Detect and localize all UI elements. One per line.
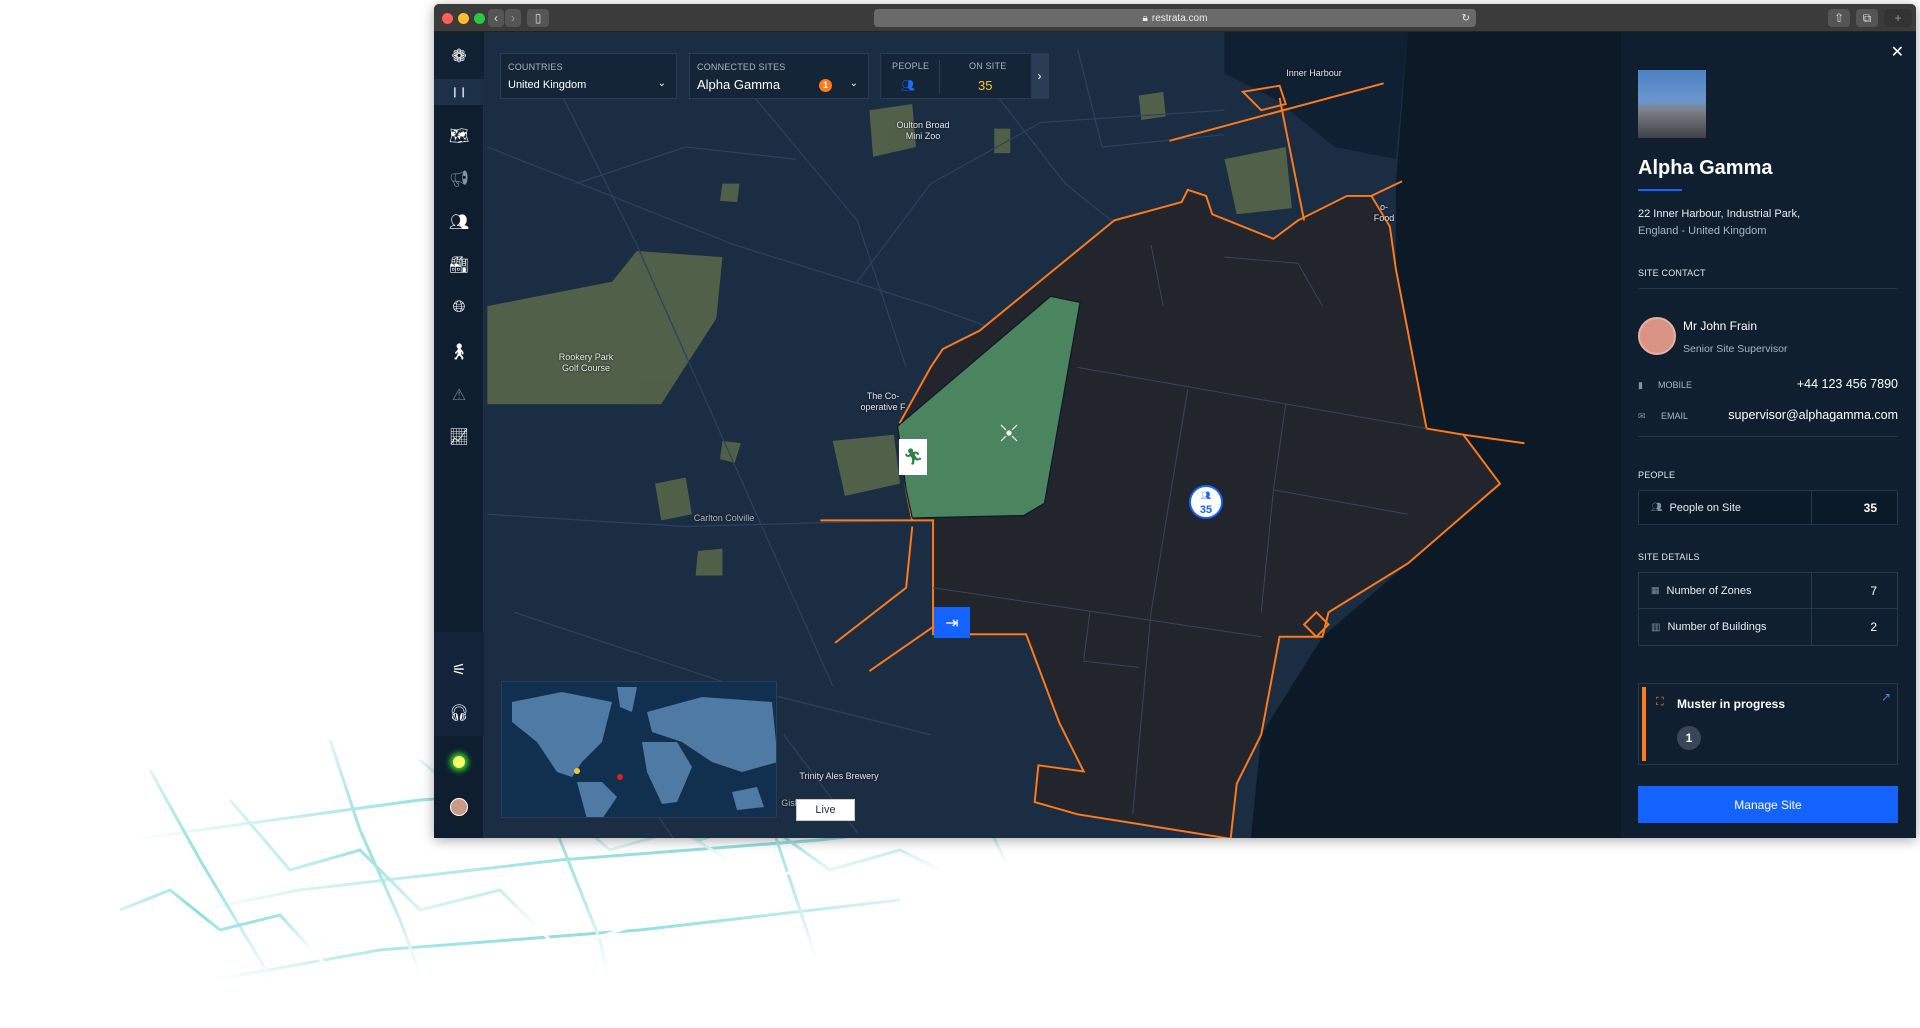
settings-sliders-icon[interactable]: ⚟ bbox=[434, 652, 484, 688]
map-label-carlton-colville: Carlton Colville bbox=[693, 513, 755, 523]
site-address-line1: 22 Inner Harbour, Industrial Park, bbox=[1638, 208, 1801, 220]
people-table: 👥︎ People on Site 35 bbox=[1638, 490, 1898, 525]
table-row: ▦ Number of Zones 7 bbox=[1639, 573, 1897, 609]
forward-button[interactable]: › bbox=[505, 9, 521, 27]
people-marker-count: 35 bbox=[1199, 504, 1213, 516]
reload-icon[interactable]: ↻ bbox=[1462, 13, 1470, 24]
traveller-icon[interactable]: 🚶︎ bbox=[434, 334, 484, 370]
back-button[interactable]: ‹ bbox=[488, 9, 504, 27]
contact-name: Mr John Frain bbox=[1683, 319, 1758, 333]
user-avatar[interactable] bbox=[434, 789, 484, 825]
site-details-table: ▦ Number of Zones 7 ▥ Number of Buildings … bbox=[1638, 572, 1898, 646]
people-icon: 👥︎ bbox=[901, 80, 915, 92]
map-label-golf: Rookery Park Golf Course bbox=[558, 352, 614, 373]
chevron-down-icon: ⌄ bbox=[657, 78, 666, 89]
phone-icon: ▮ bbox=[1638, 380, 1643, 390]
browser-window: ‹ › ▯ 🔒︎ restrata.com ↻ ⇧ ⧉ + 👥︎ 35 🏃︎ ⇥… bbox=[434, 4, 1916, 838]
sidebar: ❁ ❙❙ 🗺︎ 📢︎ 👥︎ 🏭︎ 🌐︎ 🚶︎ ⚠︎ 📈︎ ⚟ 🎧︎ bbox=[434, 32, 484, 838]
muster-card[interactable]: ⛶ Muster in progress 1 ↗ bbox=[1638, 683, 1898, 765]
title-underline bbox=[1638, 189, 1682, 191]
map-label-coop: The Co-operative F bbox=[860, 391, 906, 412]
site-address-line2: England - United Kingdom bbox=[1638, 225, 1767, 237]
table-row: ▥ Number of Buildings 2 bbox=[1639, 609, 1897, 645]
alert-count-badge: 1 bbox=[819, 79, 832, 92]
people-on-site-summary: PEOPLE 👥︎ ON SITE 35 › bbox=[880, 53, 1049, 99]
site-details-heading: SITE DETAILS bbox=[1638, 552, 1700, 562]
contact-mobile[interactable]: +44 123 456 7890 bbox=[1797, 377, 1898, 391]
support-agent-icon[interactable]: 🎧︎ bbox=[434, 695, 484, 731]
email-icon: ✉ bbox=[1638, 411, 1646, 421]
muster-title: Muster in progress bbox=[1677, 697, 1786, 711]
table-row: 👥︎ People on Site 35 bbox=[1639, 491, 1897, 524]
people-group-icon[interactable]: 👥︎ bbox=[434, 204, 484, 240]
site-photo bbox=[1638, 70, 1706, 138]
people-heading: PEOPLE bbox=[1638, 470, 1676, 480]
contact-role: Senior Site Supervisor bbox=[1683, 343, 1788, 355]
external-link-icon[interactable]: ↗ bbox=[1881, 690, 1891, 704]
world-minimap[interactable] bbox=[501, 681, 777, 818]
site-title: Alpha Gamma bbox=[1638, 157, 1773, 179]
sidebar-toggle-icon[interactable]: ▯ bbox=[527, 9, 549, 27]
share-icon[interactable]: ⇧ bbox=[1828, 9, 1850, 27]
manage-site-button[interactable]: Manage Site bbox=[1638, 786, 1898, 823]
address-bar[interactable]: 🔒︎ restrata.com ↻ bbox=[874, 9, 1476, 27]
close-icon[interactable]: ✕ bbox=[1891, 42, 1904, 62]
site-details-panel: ✕ Alpha Gamma 22 Inner Harbour, Industri… bbox=[1621, 32, 1916, 838]
connected-sites-filter[interactable]: CONNECTED SITES Alpha Gamma 1 ⌄ bbox=[689, 53, 869, 99]
site-contact-heading: SITE CONTACT bbox=[1638, 268, 1706, 278]
map-label-zoo: Oulton Broad Mini Zoo bbox=[896, 120, 950, 141]
live-button[interactable]: Live bbox=[796, 799, 855, 821]
svg-text:👥︎: 👥︎ bbox=[1201, 491, 1211, 500]
contact-email[interactable]: supervisor@alphagamma.com bbox=[1728, 408, 1898, 422]
megaphone-icon[interactable]: 📢︎ bbox=[434, 161, 484, 197]
lock-icon: 🔒︎ bbox=[1142, 12, 1148, 24]
browser-titlebar: ‹ › ▯ 🔒︎ restrata.com ↻ ⇧ ⧉ + bbox=[434, 4, 1916, 32]
map-label-food: o- Food bbox=[1373, 202, 1395, 223]
muster-icon: ⛶ bbox=[1656, 696, 1664, 708]
map-label-brewery: Trinity Ales Brewery bbox=[799, 771, 879, 781]
maximize-window-button[interactable] bbox=[474, 13, 485, 24]
pause-button[interactable]: ❙❙ bbox=[434, 79, 484, 105]
restrata-logo[interactable]: ❁ bbox=[434, 38, 484, 74]
chevron-down-icon: ⌄ bbox=[849, 78, 858, 89]
factory-icon[interactable]: 🏭︎ bbox=[434, 247, 484, 283]
emergency-exit-icon[interactable]: 🏃︎ bbox=[899, 439, 927, 475]
layers-map-icon[interactable]: 🗺︎ bbox=[434, 118, 484, 154]
analytics-icon[interactable]: 📈︎ bbox=[434, 419, 484, 455]
close-window-button[interactable] bbox=[442, 13, 453, 24]
alert-icon[interactable]: ⚠︎ bbox=[434, 377, 484, 413]
map-label-inner-harbour: Inner Harbour bbox=[1286, 68, 1342, 78]
minimize-window-button[interactable] bbox=[458, 13, 469, 24]
entry-point-icon[interactable]: ⇥ bbox=[934, 607, 970, 638]
zones-grid-icon: ▦ bbox=[1651, 585, 1660, 595]
tabs-icon[interactable]: ⧉ bbox=[1856, 9, 1878, 27]
globe-icon[interactable]: 🌐︎ bbox=[434, 290, 484, 326]
status-indicator-icon bbox=[434, 744, 484, 780]
new-tab-button[interactable]: + bbox=[1884, 9, 1912, 27]
muster-count: 1 bbox=[1677, 726, 1701, 750]
expand-chevron-right[interactable]: › bbox=[1031, 54, 1048, 98]
countries-filter[interactable]: COUNTRIES United Kingdom ⌄ bbox=[500, 53, 677, 99]
contact-avatar bbox=[1638, 317, 1676, 355]
building-icon: ▥ bbox=[1651, 621, 1661, 633]
people-icon: 👥︎ bbox=[1651, 502, 1663, 512]
